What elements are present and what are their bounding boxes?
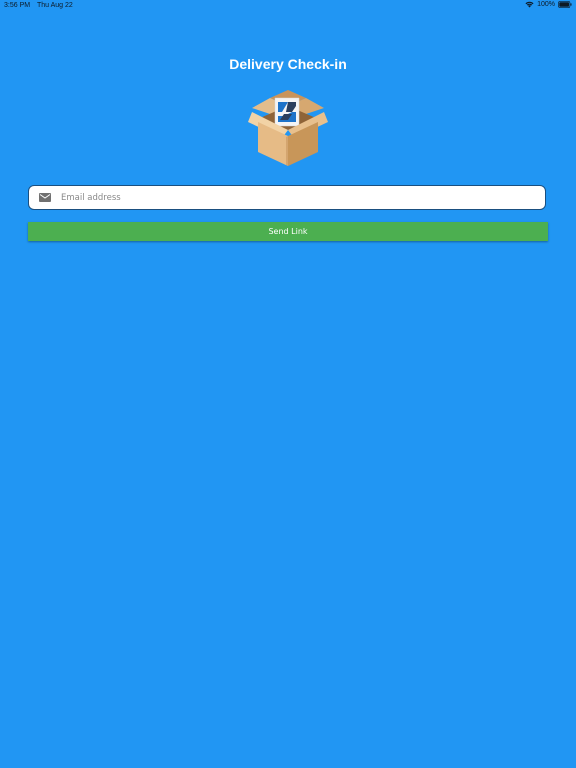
email-field[interactable] — [28, 185, 546, 210]
mail-icon — [39, 193, 51, 202]
status-date: Thu Aug 22 — [37, 2, 73, 9]
box-logo-icon — [248, 88, 328, 168]
email-input[interactable] — [61, 192, 521, 203]
status-bar: 3:56 PM Thu Aug 22 100% — [0, 0, 576, 12]
page-title: Delivery Check-in — [229, 56, 347, 72]
send-link-button[interactable]: Send Link — [28, 222, 548, 241]
battery-percent: 100% — [537, 1, 555, 8]
status-indicators: 100% — [525, 1, 572, 8]
battery-icon — [558, 1, 572, 8]
status-time: 3:56 PM — [4, 2, 31, 9]
wifi-icon — [525, 1, 534, 8]
